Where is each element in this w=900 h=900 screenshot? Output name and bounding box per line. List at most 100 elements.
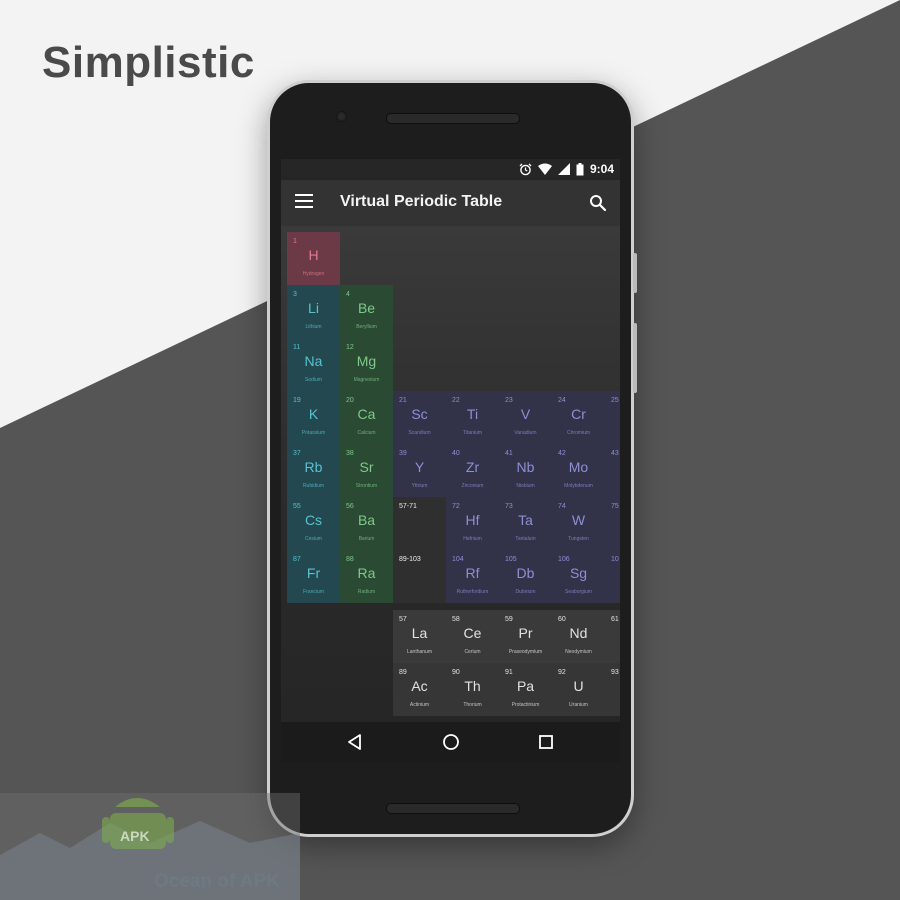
- element-symbol: Db: [516, 565, 535, 581]
- element-name: Titanium: [463, 430, 482, 436]
- element-symbol: Nd: [569, 625, 588, 641]
- element-w[interactable]: 74 W Tungsten: [552, 497, 605, 550]
- element-cr[interactable]: 24 Cr Chromium: [552, 391, 605, 444]
- element-pr[interactable]: 59 Pr Praseodymium: [499, 610, 552, 663]
- element-symbol: U: [573, 678, 584, 694]
- element-symbol: Mg: [356, 353, 377, 369]
- element-symbol: Be: [357, 300, 376, 316]
- element-name: Chromium: [566, 430, 591, 436]
- atomic-number: 56: [346, 503, 354, 510]
- element-symbol: Ta: [518, 512, 533, 528]
- element-sg[interactable]: 106 Sg Seaborgium: [552, 550, 605, 603]
- atomic-number: 43: [611, 450, 619, 457]
- recents-icon[interactable]: [536, 732, 556, 752]
- atomic-number: 57-71: [399, 503, 417, 510]
- atomic-number: 42: [558, 450, 566, 457]
- element-name: Actinium: [409, 702, 430, 708]
- element-k[interactable]: 19 K Potassium: [287, 391, 340, 444]
- atomic-number: 19: [293, 397, 301, 404]
- element-symbol: Ti: [466, 406, 479, 422]
- element-name: Niobium: [516, 483, 535, 489]
- element-ba[interactable]: 56 Ba Barium: [340, 497, 393, 550]
- element-la[interactable]: 57 La Lanthanum: [393, 610, 446, 663]
- element-name: Yttrium: [411, 483, 428, 489]
- element-name: Strontium: [355, 483, 378, 489]
- element-symbol: Cs: [304, 512, 323, 528]
- element-ta[interactable]: 73 Ta Tantalum: [499, 497, 552, 550]
- atomic-number: 93: [611, 669, 619, 676]
- volume-button: [633, 253, 637, 293]
- element-ce[interactable]: 58 Ce Cerium: [446, 610, 499, 663]
- atomic-number: 4: [346, 291, 350, 298]
- atomic-number: 91: [505, 669, 513, 676]
- element-name: Magnesium: [353, 377, 380, 383]
- atomic-number: 72: [452, 503, 460, 510]
- element-symbol: Li: [308, 300, 319, 316]
- earpiece-speaker: [386, 113, 520, 124]
- element-u[interactable]: 92 U Uranium: [552, 663, 605, 716]
- atomic-number: 10: [611, 556, 619, 563]
- element-na[interactable]: 11 Na Sodium: [287, 338, 340, 391]
- app-title: Virtual Periodic Table: [340, 193, 503, 210]
- element-symbol: Ce: [463, 625, 482, 641]
- element-pa[interactable]: 91 Pa Protactinium: [499, 663, 552, 716]
- element-cell[interactable]: 61: [605, 610, 620, 663]
- element-sc[interactable]: 21 Sc Scandium: [393, 391, 446, 444]
- element-hf[interactable]: 72 Hf Hafnium: [446, 497, 499, 550]
- element-ti[interactable]: 22 Ti Titanium: [446, 391, 499, 444]
- element-zr[interactable]: 40 Zr Zirconium: [446, 444, 499, 497]
- element-name: Seaborgium: [565, 589, 592, 595]
- element-name: Potassium: [301, 430, 326, 436]
- element-symbol: Sr: [359, 459, 374, 475]
- element-cs[interactable]: 55 Cs Cesium: [287, 497, 340, 550]
- element-cell[interactable]: 57-71: [393, 497, 446, 550]
- element-cell[interactable]: 43: [605, 444, 620, 497]
- atomic-number: 73: [505, 503, 513, 510]
- element-name: Dubnium: [515, 589, 536, 595]
- element-name: Rutherfordium: [456, 589, 489, 595]
- element-nd[interactable]: 60 Nd Neodymium: [552, 610, 605, 663]
- power-button: [633, 323, 637, 393]
- element-name: Beryllium: [356, 324, 377, 330]
- screen: 9:04 Virtual Periodic Table 1 H Hydrogen 3 L…: [281, 159, 620, 762]
- element-y[interactable]: 39 Y Yttrium: [393, 444, 446, 497]
- element-th[interactable]: 90 Th Thorium: [446, 663, 499, 716]
- element-symbol: V: [520, 406, 531, 422]
- element-cell[interactable]: 93: [605, 663, 620, 716]
- element-ca[interactable]: 20 Ca Calcium: [340, 391, 393, 444]
- element-ac[interactable]: 89 Ac Actinium: [393, 663, 446, 716]
- element-h[interactable]: 1 H Hydrogen: [287, 232, 340, 285]
- back-icon[interactable]: [345, 732, 365, 752]
- element-mg[interactable]: 12 Mg Magnesium: [340, 338, 393, 391]
- element-li[interactable]: 3 Li Lithium: [287, 285, 340, 338]
- element-name: Barium: [358, 536, 375, 542]
- atomic-number: 58: [452, 616, 460, 623]
- element-cell[interactable]: 25: [605, 391, 620, 444]
- home-icon[interactable]: [441, 732, 461, 752]
- element-rb[interactable]: 37 Rb Rubidium: [287, 444, 340, 497]
- element-symbol: Rb: [304, 459, 323, 475]
- element-cell[interactable]: 89-103: [393, 550, 446, 603]
- element-cell[interactable]: 75: [605, 497, 620, 550]
- element-sr[interactable]: 38 Sr Strontium: [340, 444, 393, 497]
- element-v[interactable]: 23 V Vanadium: [499, 391, 552, 444]
- element-be[interactable]: 4 Be Beryllium: [340, 285, 393, 338]
- atomic-number: 21: [399, 397, 407, 404]
- element-name: Thorium: [463, 702, 482, 708]
- element-fr[interactable]: 87 Fr Francium: [287, 550, 340, 603]
- element-symbol: La: [411, 625, 428, 641]
- element-symbol: Y: [414, 459, 425, 475]
- element-rf[interactable]: 104 Rf Rutherfordium: [446, 550, 499, 603]
- atomic-number: 61: [611, 616, 619, 623]
- element-symbol: Mo: [568, 459, 589, 475]
- atomic-number: 88: [346, 556, 354, 563]
- element-db[interactable]: 105 Db Dubnium: [499, 550, 552, 603]
- menu-icon[interactable]: [295, 194, 313, 210]
- element-cell[interactable]: 10: [605, 550, 620, 603]
- search-icon[interactable]: [589, 194, 607, 212]
- atomic-number: 40: [452, 450, 460, 457]
- element-nb[interactable]: 41 Nb Niobium: [499, 444, 552, 497]
- element-mo[interactable]: 42 Mo Molybdenum: [552, 444, 605, 497]
- element-ra[interactable]: 88 Ra Radium: [340, 550, 393, 603]
- apk-logo-label: APK: [120, 828, 150, 844]
